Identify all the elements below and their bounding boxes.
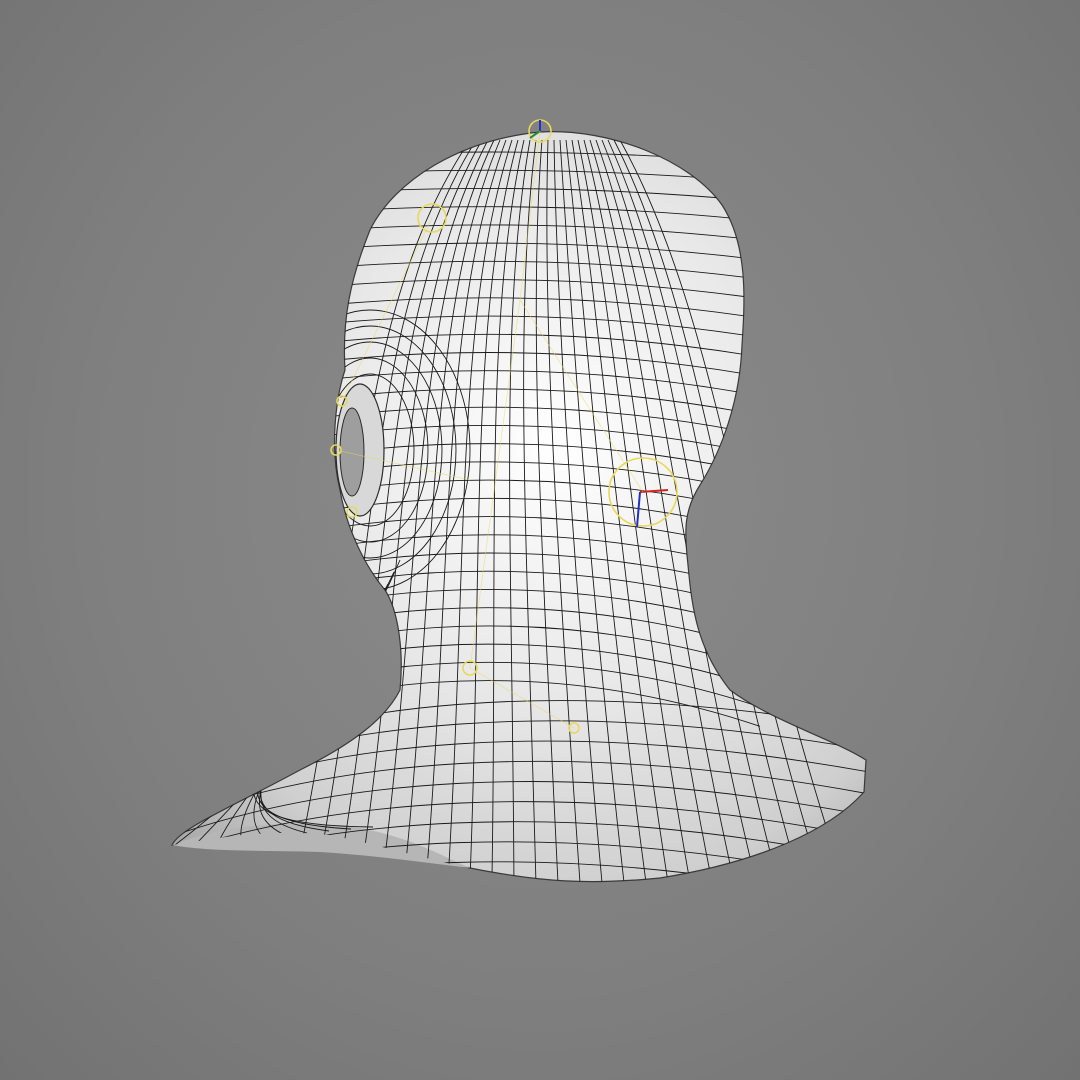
wire-loop-shoulder <box>172 881 866 882</box>
3d-viewport[interactable] <box>0 0 1080 1080</box>
ear-mesh <box>335 383 385 517</box>
scene-canvas <box>170 119 867 883</box>
bust-mesh[interactable] <box>170 131 867 883</box>
